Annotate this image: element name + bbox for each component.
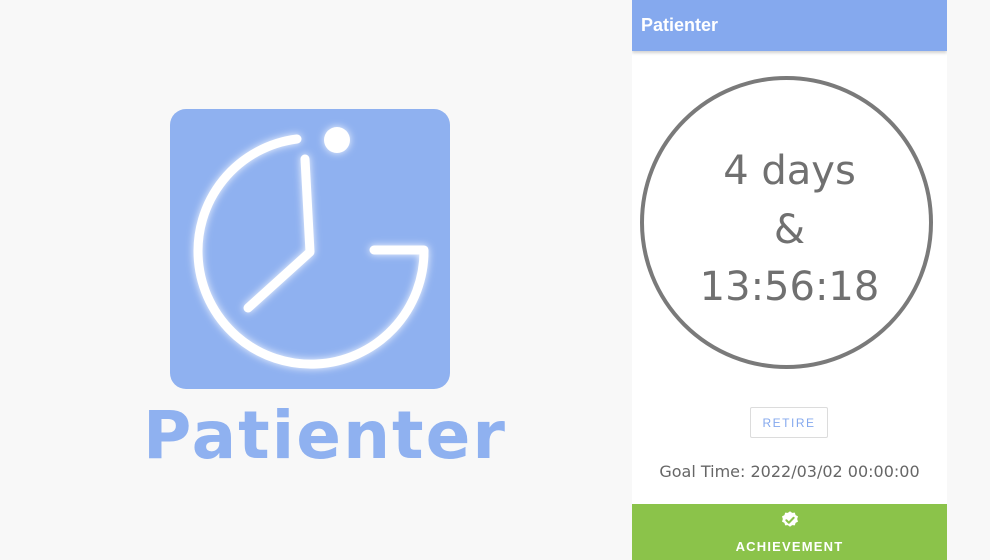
timer-separator: &	[773, 207, 806, 253]
phone-screen: Patienter 4 days & 13:56:18 RETIRE Goal …	[632, 0, 947, 560]
retire-button[interactable]: RETIRE	[750, 407, 828, 438]
timer-clock: 13:56:18	[699, 264, 880, 310]
verified-check-icon	[782, 511, 798, 527]
achievement-label: ACHIEVEMENT	[735, 539, 844, 554]
achievement-button[interactable]: ACHIEVEMENT	[632, 504, 947, 560]
app-bar: Patienter	[632, 0, 947, 51]
brand-name: Patienter	[143, 397, 507, 474]
app-logo	[170, 109, 450, 389]
timer-days: 4 days	[723, 148, 856, 194]
clock-logo-icon	[193, 127, 429, 369]
goal-time-text: Goal Time: 2022/03/02 00:00:00	[659, 462, 920, 481]
app-title: Patienter	[641, 15, 719, 35]
